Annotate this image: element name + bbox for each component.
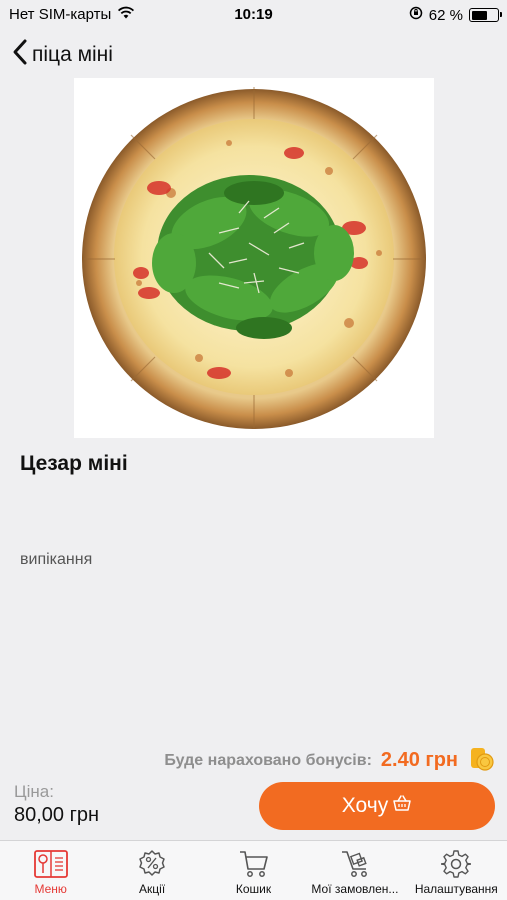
tab-settings[interactable]: Налаштування [406, 841, 507, 900]
rotation-lock-icon [409, 6, 423, 24]
menu-book-icon[interactable] [32, 848, 70, 880]
order-button[interactable]: Хочу [259, 782, 495, 830]
gear-icon[interactable] [441, 848, 472, 880]
tab-menu-label: Меню [34, 882, 67, 896]
navigation-bar: піца міні [0, 32, 507, 76]
tab-bar: Меню Акції Кошик Мої замовлен... Налашту… [0, 840, 507, 900]
tab-cart-label: Кошик [235, 882, 272, 896]
product-description: випікання [20, 551, 93, 568]
tab-my-orders-label: Мої замовлен... [311, 882, 399, 896]
tab-promotions[interactable]: Акції [101, 841, 202, 900]
product-name: Цезар міні [20, 452, 128, 475]
bonus-label: Буде нараховано бонусів: [164, 751, 372, 769]
nav-title: піца міні [32, 42, 113, 66]
basket-icon [392, 794, 412, 818]
price-label: Ціна: [14, 782, 54, 801]
tab-settings-label: Налаштування [414, 882, 498, 896]
tab-cart[interactable]: Кошик [203, 841, 304, 900]
tab-promotions-label: Акції [139, 882, 166, 896]
product-image [74, 78, 434, 438]
price-value: 80,00 грн [14, 804, 100, 826]
status-right: 62 % [409, 6, 502, 24]
delivery-cart-icon[interactable] [339, 848, 371, 880]
battery-percent: 62 % [428, 6, 463, 24]
back-button[interactable]: піца міні [12, 38, 113, 71]
bonus-value: 2.40 грн [380, 749, 458, 771]
coins-icon [467, 744, 495, 777]
battery-icon [469, 8, 502, 22]
battery-fill [471, 10, 487, 20]
status-bar: Нет SIM-карты 10:19 62 % [0, 0, 507, 30]
tab-menu[interactable]: Меню [0, 841, 101, 900]
order-button-label: Хочу [341, 794, 389, 817]
percent-badge-icon[interactable] [137, 848, 167, 880]
cart-icon[interactable] [238, 848, 270, 880]
bonus-row: Буде нараховано бонусів: 2.40 грн [164, 744, 495, 777]
chevron-left-icon[interactable] [12, 38, 28, 71]
tab-my-orders[interactable]: Мої замовлен... [304, 841, 405, 900]
pizza-photo [82, 87, 426, 429]
